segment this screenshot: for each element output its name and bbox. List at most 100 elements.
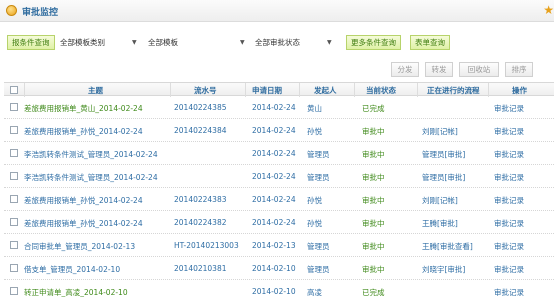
page-title: 审批监控 <box>22 8 59 18</box>
row-process: 刘刚[记帐] <box>422 196 458 205</box>
column-header-process[interactable]: 正在进行的流程 <box>427 85 480 96</box>
approval-record-link[interactable]: 审批记录 <box>494 172 524 183</box>
row-status: 审批中 <box>362 150 385 159</box>
approval-record-link[interactable]: 审批记录 <box>494 126 524 137</box>
row-subject-link[interactable]: 李浩凯转条件测试_管理员_2014-02-24 <box>24 149 158 160</box>
row-process: 刘晓宇[审批] <box>422 265 466 274</box>
row-process: 管理员[审批] <box>422 150 466 159</box>
table-row[interactable]: 借支单_管理员_2014-02-10 20140210381 2014-02-10 管… <box>4 257 554 280</box>
approval-record-link[interactable]: 审批记录 <box>494 241 524 252</box>
condition-query-button[interactable]: 报条件查询 <box>7 35 55 50</box>
row-initiator: 管理员 <box>307 242 330 251</box>
row-serial: 20140224384 <box>174 126 227 135</box>
row-initiator: 高凌 <box>307 288 322 297</box>
more-query-button[interactable]: 更多条件查询 <box>346 35 401 50</box>
row-status: 已完成 <box>362 288 385 297</box>
distribute-button[interactable]: 分发 <box>391 62 419 77</box>
table-row[interactable]: 差旅费用报销单_黄山_2014-02-24 20140224385 2014-02-… <box>4 96 554 119</box>
forward-button[interactable]: 转发 <box>425 62 453 77</box>
row-serial: 20140224385 <box>174 103 227 112</box>
approval-record-link[interactable]: 审批记录 <box>494 264 524 275</box>
row-checkbox[interactable] <box>10 241 18 249</box>
template-select[interactable]: 全部模板 ▼ <box>148 35 248 50</box>
chevron-down-icon: ▼ <box>327 39 332 46</box>
approval-record-link[interactable]: 审批记录 <box>494 149 524 160</box>
row-checkbox[interactable] <box>10 195 18 203</box>
form-query-button[interactable]: 表单查询 <box>410 35 450 50</box>
row-subject-link[interactable]: 李浩凯转条件测试_管理员_2014-02-24 <box>24 172 158 183</box>
star-icon[interactable]: ★ <box>543 4 554 16</box>
table-row[interactable]: 差旅费用报销单_孙悦_2014-02-24 20140224382 2014-02-… <box>4 211 554 234</box>
row-subject-link[interactable]: 差旅费用报销单_孙悦_2014-02-24 <box>24 126 143 137</box>
row-date: 2014-02-10 <box>252 287 296 296</box>
filter-bar: 报条件查询 全部模板类别 ▼ 全部模板 ▼ 全部审批状态 ▼ 更多条件查询 表单… <box>0 29 554 53</box>
row-subject-link[interactable]: 差旅费用报销单_孙悦_2014-02-24 <box>24 195 143 206</box>
row-checkbox[interactable] <box>10 172 18 180</box>
table-row[interactable]: 差旅费用报销单_孙悦_2014-02-24 20140224384 2014-02-… <box>4 119 554 142</box>
row-date: 2014-02-24 <box>252 218 296 227</box>
template-category-value: 全部模板类别 <box>60 38 105 47</box>
row-date: 2014-02-24 <box>252 172 296 181</box>
status-value: 全部审批状态 <box>255 38 300 47</box>
table-row[interactable]: 李浩凯转条件测试_管理员_2014-02-24 2014-02-24 管理员 审批中 管… <box>4 142 554 165</box>
status-select[interactable]: 全部审批状态 ▼ <box>255 35 335 50</box>
row-subject-link[interactable]: 借支单_管理员_2014-02-10 <box>24 264 120 275</box>
row-status: 审批中 <box>362 173 385 182</box>
row-status: 审批中 <box>362 219 385 228</box>
column-header-subject[interactable]: 主题 <box>88 85 103 96</box>
row-date: 2014-02-24 <box>252 149 296 158</box>
row-subject-link[interactable]: 转正申请单_高凌_2014-02-10 <box>24 287 128 297</box>
approval-record-link[interactable]: 审批记录 <box>494 218 524 229</box>
template-value: 全部模板 <box>148 38 178 47</box>
column-header-operation[interactable]: 操作 <box>512 85 527 96</box>
row-checkbox[interactable] <box>10 103 18 111</box>
row-checkbox[interactable] <box>10 218 18 226</box>
chevron-down-icon: ▼ <box>132 39 137 46</box>
row-subject-link[interactable]: 差旅费用报销单_孙悦_2014-02-24 <box>24 218 143 229</box>
title-bar: 审批监控 ★ <box>0 0 554 22</box>
column-header-status[interactable]: 当前状态 <box>366 85 396 96</box>
row-initiator: 管理员 <box>307 265 330 274</box>
row-serial: 20140210381 <box>174 264 227 273</box>
row-status: 审批中 <box>362 265 385 274</box>
row-status: 审批中 <box>362 242 385 251</box>
column-header-serial[interactable]: 流水号 <box>194 85 217 96</box>
row-initiator: 孙悦 <box>307 196 322 205</box>
row-date: 2014-02-24 <box>252 126 296 135</box>
table-header: 主题 流水号 申请日期 发起人 当前状态 正在进行的流程 操作 <box>4 82 554 97</box>
monitor-icon <box>6 5 17 16</box>
row-subject-link[interactable]: 合同审批单_管理员_2014-02-13 <box>24 241 135 252</box>
row-serial: HT-20140213003 <box>174 241 239 250</box>
approval-record-link[interactable]: 审批记录 <box>494 103 524 114</box>
row-initiator: 管理员 <box>307 173 330 182</box>
select-all-checkbox[interactable] <box>10 86 18 94</box>
approval-record-link[interactable]: 审批记录 <box>494 287 524 297</box>
table-row[interactable]: 合同审批单_管理员_2014-02-13 HT-20140213003 2014-0… <box>4 234 554 257</box>
row-serial: 20140224382 <box>174 218 227 227</box>
table-row[interactable]: 李浩凯转条件测试_管理员_2014-02-24 2014-02-24 管理员 审批中 管… <box>4 165 554 188</box>
row-status: 审批中 <box>362 196 385 205</box>
table-row[interactable]: 差旅费用报销单_孙悦_2014-02-24 20140224383 2014-02-… <box>4 188 554 211</box>
row-checkbox[interactable] <box>10 126 18 134</box>
row-process: 王腾[审批查看] <box>422 242 473 251</box>
sort-button[interactable]: 排序 <box>505 62 533 77</box>
row-checkbox[interactable] <box>10 287 18 295</box>
template-category-select[interactable]: 全部模板类别 ▼ <box>60 35 140 50</box>
row-process: 刘刚[记帐] <box>422 127 458 136</box>
row-initiator: 管理员 <box>307 150 330 159</box>
approval-record-link[interactable]: 审批记录 <box>494 195 524 206</box>
row-subject-link[interactable]: 差旅费用报销单_黄山_2014-02-24 <box>24 103 143 114</box>
column-header-date[interactable]: 申请日期 <box>252 85 282 96</box>
column-header-initiator[interactable]: 发起人 <box>314 85 337 96</box>
row-process: 管理员[审批] <box>422 173 466 182</box>
row-checkbox[interactable] <box>10 149 18 157</box>
row-initiator: 黄山 <box>307 104 322 113</box>
row-date: 2014-02-13 <box>252 241 296 250</box>
row-process: 王腾[审批] <box>422 219 458 228</box>
table-row[interactable]: 转正申请单_高凌_2014-02-10 2014-02-10 高凌 已完成 审批记录 <box>4 280 554 297</box>
recycle-bin-button[interactable]: 回收站 <box>459 62 499 77</box>
row-checkbox[interactable] <box>10 264 18 272</box>
row-status: 已完成 <box>362 104 385 113</box>
row-status: 审批中 <box>362 127 385 136</box>
chevron-down-icon: ▼ <box>240 39 245 46</box>
